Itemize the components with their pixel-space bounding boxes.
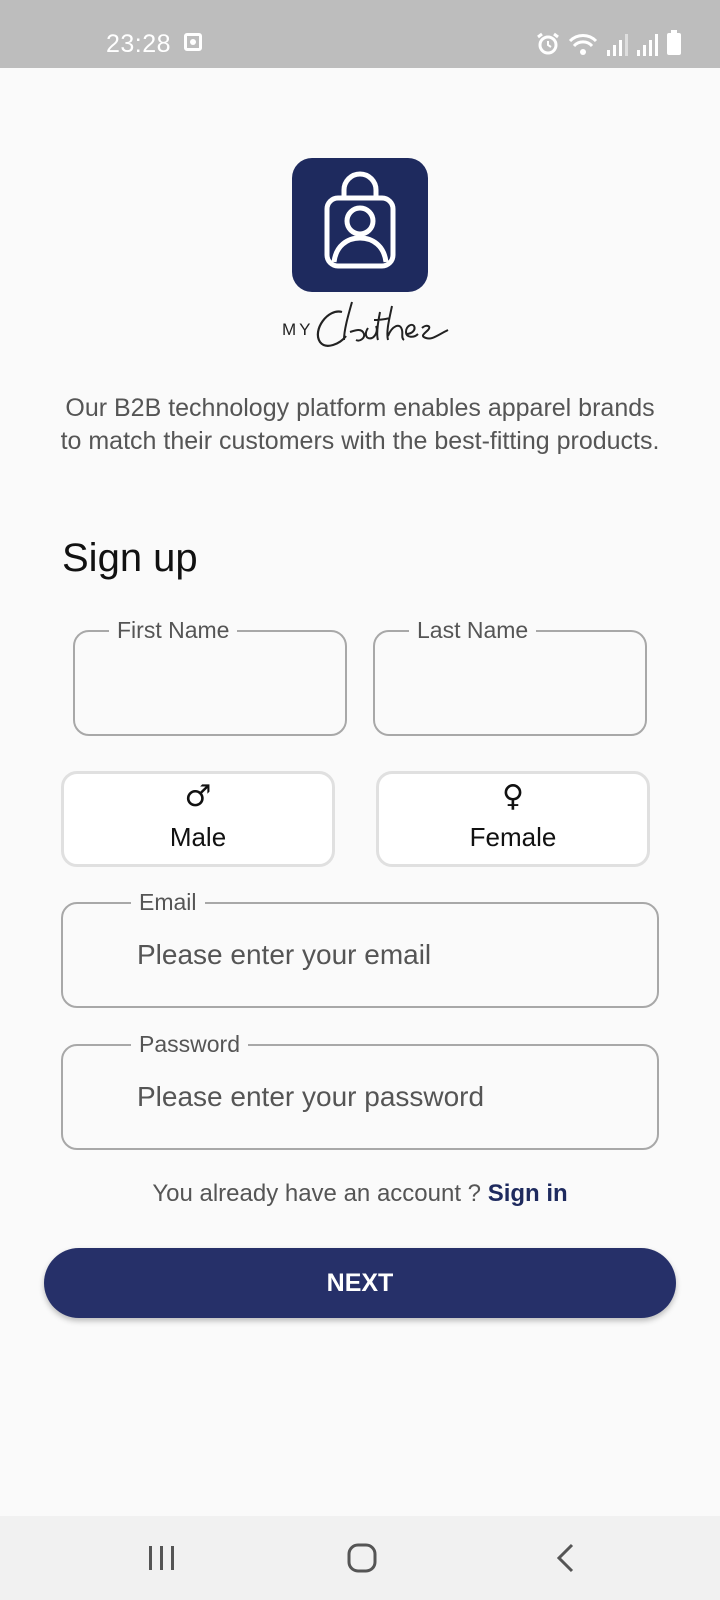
first-name-field[interactable]: First Name <box>73 616 347 736</box>
gender-male-label: Male <box>169 822 227 852</box>
signal-icon <box>637 34 658 56</box>
shopping-bag-person-icon <box>324 171 396 269</box>
notification-icon <box>184 33 202 51</box>
home-icon[interactable] <box>332 1538 392 1578</box>
battery-icon <box>667 30 681 55</box>
signin-prompt: You already have an account ? <box>152 1180 482 1207</box>
signin-row: You already have an account ? Sign in <box>0 1180 720 1208</box>
tagline: Our B2B technology platform enables appa… <box>60 394 660 455</box>
signin-link[interactable]: Sign in <box>488 1180 568 1207</box>
email-field[interactable]: Email <box>61 888 659 1008</box>
next-button[interactable]: NEXT <box>44 1248 676 1318</box>
gender-female-button[interactable]: ♀ Female <box>376 771 650 867</box>
gender-female-label: Female <box>469 822 557 852</box>
brand-wordmark: MY <box>282 301 449 347</box>
first-name-input[interactable] <box>95 632 325 734</box>
back-icon[interactable] <box>536 1538 596 1578</box>
svg-text:MY: MY <box>282 320 314 339</box>
last-name-input[interactable] <box>395 632 625 734</box>
password-input[interactable] <box>137 1046 637 1148</box>
system-nav-bar <box>0 1516 720 1600</box>
signal-icon <box>607 34 628 56</box>
last-name-field[interactable]: Last Name <box>373 616 647 736</box>
alarm-icon <box>537 32 559 55</box>
wifi-icon <box>568 34 598 55</box>
status-icons <box>536 30 682 56</box>
app-logo <box>292 158 428 292</box>
status-time: 23:28 <box>106 30 172 58</box>
female-icon: ♀ <box>502 779 524 814</box>
gender-male-button[interactable]: ♂ Male <box>61 771 335 867</box>
status-bar: 23:28 <box>0 0 720 68</box>
email-input[interactable] <box>137 904 637 1006</box>
recents-icon[interactable] <box>132 1538 192 1578</box>
male-icon: ♂ <box>184 779 212 814</box>
password-field[interactable]: Password <box>61 1030 659 1150</box>
page-title: Sign up <box>62 536 198 580</box>
